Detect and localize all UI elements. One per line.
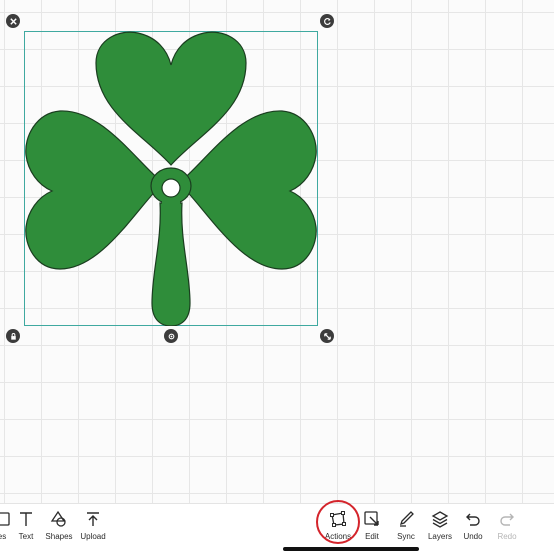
upload-tool[interactable]: Upload	[71, 510, 115, 541]
text-label: Text	[18, 532, 34, 541]
redo-tool[interactable]: Redo	[485, 510, 529, 541]
upload-label: Upload	[80, 532, 106, 541]
sync-icon	[399, 511, 414, 527]
redo-label: Redo	[497, 532, 517, 541]
edit-icon	[364, 511, 379, 526]
layers-icon	[431, 511, 449, 528]
layers-label: Layers	[427, 532, 452, 541]
home-indicator[interactable]	[283, 547, 419, 551]
lock-icon[interactable]	[6, 329, 20, 343]
shapes-icon	[50, 510, 66, 527]
text-icon	[20, 512, 32, 526]
edit-label: Edit	[365, 532, 379, 541]
actions-highlight-circle	[316, 500, 360, 544]
undo-label: Undo	[463, 532, 483, 541]
bottom-toolbar: es Text Shapes Upload Actions Edit Sync …	[0, 503, 554, 555]
redo-icon	[500, 513, 514, 526]
undo-icon	[466, 513, 480, 526]
rotate-icon[interactable]	[320, 14, 334, 28]
close-icon[interactable]	[6, 14, 20, 28]
move-icon[interactable]	[164, 329, 178, 343]
sync-label: Sync	[397, 532, 415, 541]
upload-icon	[87, 512, 99, 526]
shapes-label: Shapes	[45, 532, 73, 541]
shamrock-shape[interactable]	[24, 31, 318, 326]
resize-icon[interactable]	[320, 329, 334, 343]
design-canvas[interactable]	[0, 0, 554, 503]
